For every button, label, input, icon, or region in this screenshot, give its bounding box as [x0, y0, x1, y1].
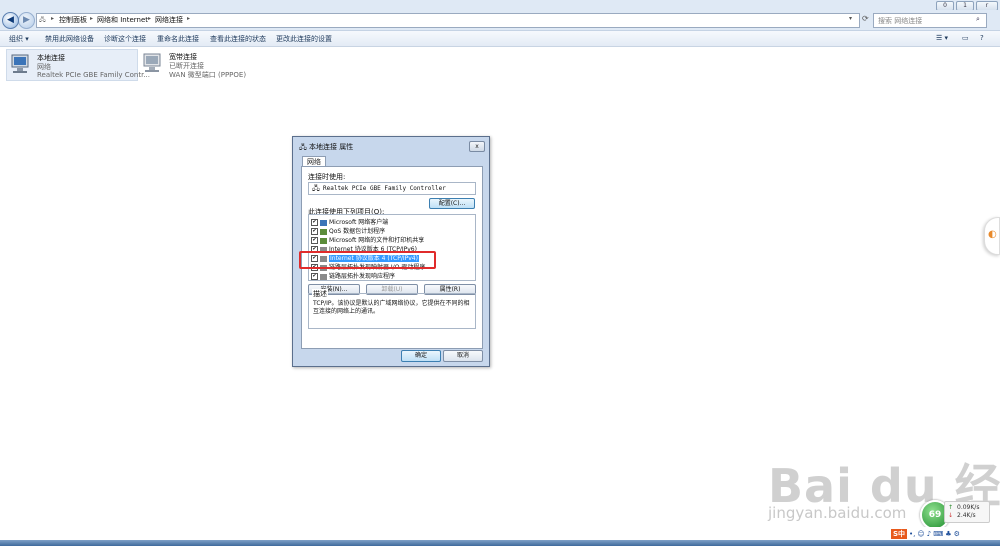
chevron-right-icon: ▸ — [187, 15, 191, 22]
list-item[interactable]: ✔ Microsoft 网络客户端 — [311, 217, 389, 226]
back-button[interactable]: ◀ — [2, 12, 19, 29]
list-item[interactable]: ✔ Microsoft 网络的文件和打印机共享 — [311, 235, 425, 244]
search-icon[interactable]: ⌕ — [976, 15, 980, 24]
network-adapter-icon — [11, 54, 29, 73]
watermark-url: jingyan.baidu.com — [768, 504, 907, 522]
checkbox[interactable]: ✔ — [311, 273, 318, 280]
ok-button[interactable]: 确定 — [401, 350, 441, 362]
components-list[interactable]: ✔ Microsoft 网络客户端 ✔ QoS 数据包计划程序 ✔ Microsoft… — [308, 214, 476, 281]
ime-toolbar: S中 •, ☺ ♪ ⌨ ♣ ⚙ — [891, 527, 1000, 540]
change-settings-button[interactable]: 更改此连接的设置 — [276, 34, 332, 44]
adapter-field: 🖧 Realtek PCIe GBE Family Controller — [308, 182, 476, 195]
speed-monitor: ↑ 0.09K/s ↓ 2.4K/s — [944, 501, 990, 523]
refresh-icon[interactable]: ⟳ — [862, 14, 869, 23]
address-row: ◀ ▶ 🖧 ▸ 控制面板 ▸ 网络和 Internet ▸ 网络连接 ▸ ▾ ⟳… — [0, 10, 1000, 31]
tools-icon[interactable]: ⚙ — [954, 530, 960, 538]
chevron-right-icon: ▸ — [51, 15, 55, 22]
change-view-icon[interactable]: ☰ ▾ — [936, 34, 948, 42]
description-text: TCP/IP。该协议是默认的广域网络协议，它提供在不同的相互连接的网络上的通讯。 — [313, 300, 470, 315]
command-bar: 组织 ▾ 禁用此网络设备 诊断这个连接 重命名此连接 查看此连接的状态 更改此连… — [0, 31, 1000, 47]
configure-button[interactable]: 配置(C)... — [429, 198, 475, 209]
emoji-icon[interactable]: ☺ — [917, 530, 924, 538]
dialog-title-text: 本地连接 属性 — [309, 143, 354, 151]
description-label: 描述 — [312, 289, 328, 299]
address-bar[interactable]: 🖧 ▸ 控制面板 ▸ 网络和 Internet ▸ 网络连接 ▸ ▾ — [36, 13, 860, 28]
punctuation-icon[interactable]: •, — [909, 530, 915, 538]
network-icon: 🖧 — [299, 143, 307, 151]
dropdown-arrow-icon[interactable]: ▾ — [849, 15, 852, 22]
checkbox[interactable]: ✔ — [311, 219, 318, 226]
breadcrumb-network-internet[interactable]: 网络和 Internet — [97, 15, 148, 25]
network-folder-icon: 🖧 — [39, 16, 46, 23]
search-placeholder: 搜索 网络连接 — [878, 17, 923, 25]
taskbar — [0, 540, 1000, 546]
adapter-name: Realtek PCIe GBE Family Controller — [323, 185, 446, 192]
window-titlebar: 0 1 r — [0, 0, 1000, 11]
client-icon — [320, 219, 327, 226]
connection-adapter: Realtek PCIe GBE Family Contr... — [37, 71, 151, 79]
checkbox[interactable]: ✔ — [311, 237, 318, 244]
list-item[interactable]: ✔ QoS 数据包计划程序 — [311, 226, 386, 235]
item-label: 链路层拓扑发现响应程序 — [329, 273, 396, 280]
skin-icon[interactable]: ♣ — [945, 530, 951, 538]
diagnose-button[interactable]: 诊断这个连接 — [104, 34, 146, 44]
disable-device-button[interactable]: 禁用此网络设备 — [45, 34, 94, 44]
adapter-icon: 🖧 — [312, 184, 320, 192]
chevron-right-icon: ▸ — [90, 15, 94, 22]
side-float-handle[interactable]: ◐ — [984, 217, 1000, 255]
service-icon — [320, 228, 327, 235]
preview-pane-icon[interactable]: ▭ — [962, 34, 969, 42]
ime-logo-icon[interactable]: S中 — [891, 528, 908, 539]
connect-using-label: 连接时使用: — [308, 173, 346, 181]
upload-speed: 0.09K/s — [957, 504, 980, 511]
connection-adapter: WAN 微型端口 (PPPOE) — [169, 71, 247, 79]
organize-menu[interactable]: 组织 ▾ — [9, 34, 29, 44]
dialog-close-button[interactable]: x — [469, 141, 485, 152]
breadcrumb-network-connections[interactable]: 网络连接 — [155, 15, 183, 25]
protocol-icon — [320, 273, 327, 280]
mic-icon[interactable]: ♪ — [927, 530, 931, 538]
highlight-box — [299, 251, 436, 269]
keyboard-icon[interactable]: ⌨ — [933, 530, 943, 538]
rename-button[interactable]: 重命名此连接 — [157, 34, 199, 44]
item-label: Microsoft 网络的文件和打印机共享 — [329, 237, 425, 244]
upload-arrow-icon: ↑ — [948, 504, 954, 511]
search-input[interactable]: 搜索 网络连接 ⌕ — [873, 13, 987, 28]
item-label: Microsoft 网络客户端 — [329, 219, 389, 226]
connection-local[interactable]: 本地连接 网络 Realtek PCIe GBE Family Contr... — [6, 49, 150, 81]
connection-broadband[interactable]: 宽带连接 已断开连接 WAN 微型端口 (PPPOE) — [139, 49, 259, 79]
breadcrumb-control-panel[interactable]: 控制面板 — [59, 15, 87, 25]
help-icon[interactable]: ? — [980, 34, 984, 42]
chevron-right-icon: ▸ — [148, 15, 152, 22]
cancel-button[interactable]: 取消 — [443, 350, 483, 362]
list-item[interactable]: ✔ 链路层拓扑发现响应程序 — [311, 271, 396, 280]
broadband-adapter-icon — [143, 53, 161, 72]
service-icon — [320, 237, 327, 244]
item-label: QoS 数据包计划程序 — [329, 228, 386, 235]
description-group: 描述 TCP/IP。该协议是默认的广域网络协议，它提供在不同的相互连接的网络上的… — [308, 289, 476, 329]
view-status-button[interactable]: 查看此连接的状态 — [210, 34, 266, 44]
forward-button[interactable]: ▶ — [18, 12, 35, 29]
download-arrow-icon: ↓ — [948, 512, 954, 519]
download-speed: 2.4K/s — [957, 512, 976, 519]
assistant-icon: ◐ — [988, 229, 997, 240]
checkbox[interactable]: ✔ — [311, 228, 318, 235]
dialog-title: 🖧 本地连接 属性 — [299, 142, 353, 154]
